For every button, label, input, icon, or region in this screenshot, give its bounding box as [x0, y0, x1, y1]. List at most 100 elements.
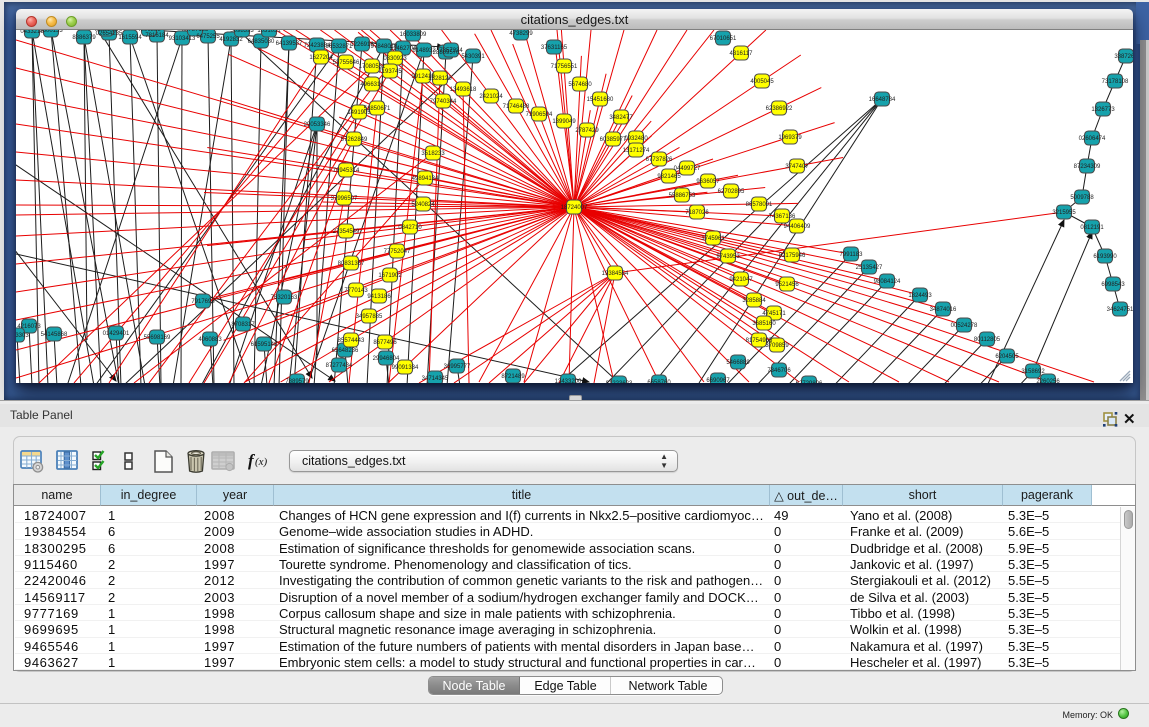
svg-text:7917693: 7917693 — [191, 299, 215, 305]
svg-text:86578091: 86578091 — [746, 202, 773, 208]
svg-text:9600133: 9600133 — [39, 30, 63, 34]
svg-text:80112805: 80112805 — [974, 337, 1001, 343]
svg-text:87234309: 87234309 — [1074, 164, 1101, 170]
svg-text:6658760: 6658760 — [647, 380, 671, 383]
svg-text:34624751: 34624751 — [1107, 307, 1133, 313]
svg-text:55698169: 55698169 — [144, 335, 171, 341]
svg-text:7346706: 7346706 — [767, 368, 791, 374]
svg-text:16648784: 16648784 — [869, 97, 896, 103]
svg-text:57262849: 57262849 — [341, 137, 368, 143]
svg-text:5240824: 5240824 — [411, 202, 435, 208]
svg-text:80831367: 80831367 — [338, 261, 365, 267]
svg-text:01429401: 01429401 — [103, 331, 130, 337]
svg-text:7889579: 7889579 — [285, 379, 309, 383]
svg-text:82175946: 82175946 — [779, 253, 806, 259]
svg-text:9636057: 9636057 — [696, 179, 720, 185]
svg-text:85574443: 85574443 — [338, 338, 365, 344]
svg-text:67010651: 67010651 — [710, 36, 737, 42]
svg-text:93103413: 93103413 — [169, 36, 196, 42]
svg-text:1745961: 1745961 — [701, 236, 725, 242]
svg-text:3685160: 3685160 — [752, 321, 776, 327]
svg-text:8721489: 8721489 — [501, 374, 525, 380]
svg-text:0812191: 0812191 — [1080, 225, 1104, 231]
svg-text:64835030: 64835030 — [248, 39, 275, 45]
svg-text:65787133: 65787133 — [182, 30, 209, 33]
svg-text:37631165: 37631165 — [541, 45, 568, 51]
svg-text:76945314: 76945314 — [333, 168, 360, 174]
svg-text:6998543: 6998543 — [1101, 282, 1125, 288]
svg-text:13493618: 13493618 — [450, 87, 477, 93]
svg-text:67737826: 67737826 — [646, 157, 673, 163]
svg-text:02606474: 02606474 — [1079, 136, 1106, 142]
svg-text:71756551: 71756551 — [551, 64, 578, 70]
svg-text:3518233: 3518233 — [421, 151, 445, 157]
svg-text:0330923: 0330923 — [383, 56, 407, 62]
svg-text:71906594: 71906594 — [526, 112, 553, 118]
svg-text:98084124: 98084124 — [874, 279, 901, 285]
svg-text:3158692: 3158692 — [1021, 369, 1045, 375]
svg-text:3215955: 3215955 — [1052, 210, 1076, 216]
svg-text:87277434: 87277434 — [326, 363, 353, 369]
svg-text:79740344: 79740344 — [430, 99, 457, 105]
svg-text:9821465: 9821465 — [657, 174, 681, 180]
svg-text:1671902: 1671902 — [378, 273, 402, 279]
svg-text:1399049: 1399049 — [552, 119, 576, 125]
svg-text:4738299: 4738299 — [509, 31, 533, 37]
svg-text:1627204: 1627204 — [309, 55, 333, 61]
svg-text:1615594: 1615594 — [118, 35, 142, 41]
svg-text:7991183: 7991183 — [840, 252, 864, 258]
svg-text:71746488: 71746488 — [503, 104, 530, 110]
svg-text:36995777: 36995777 — [444, 364, 471, 370]
svg-text:74367136: 74367136 — [769, 214, 796, 220]
svg-text:2421024: 2421024 — [479, 94, 503, 100]
svg-text:3387262: 3387262 — [1114, 54, 1133, 60]
svg-text:3482477: 3482477 — [609, 115, 633, 121]
svg-text:4745171: 4745171 — [762, 311, 786, 317]
svg-text:1031051: 1031051 — [257, 30, 281, 34]
svg-text:76320163: 76320163 — [271, 295, 298, 301]
svg-text:6690967: 6690967 — [706, 378, 730, 383]
svg-text:7543303: 7543303 — [16, 333, 29, 339]
svg-text:0842710: 0842710 — [398, 225, 422, 231]
svg-text:34957885: 34957885 — [356, 314, 383, 320]
svg-text:4316117: 4316117 — [730, 51, 754, 57]
svg-text:29946804: 29946804 — [373, 356, 400, 362]
svg-text:51850671: 51850671 — [364, 106, 391, 112]
svg-text:94406409: 94406409 — [784, 224, 811, 230]
svg-text:16033809: 16033809 — [400, 32, 427, 38]
svg-text:49894134: 49894134 — [412, 176, 439, 182]
svg-text:5098393: 5098393 — [230, 30, 254, 34]
svg-text:6193990: 6193990 — [1093, 254, 1117, 260]
svg-text:99091334: 99091334 — [392, 365, 419, 371]
svg-text:0932480: 0932480 — [624, 136, 648, 142]
svg-text:9413186: 9413186 — [367, 294, 391, 300]
svg-text:62386922: 62386922 — [766, 106, 793, 112]
svg-text:7770143: 7770143 — [344, 288, 368, 294]
svg-text:1969379: 1969379 — [778, 135, 802, 141]
svg-text:73178108: 73178108 — [1102, 79, 1129, 85]
svg-text:04499727: 04499727 — [674, 166, 701, 172]
svg-text:7187026: 7187026 — [685, 210, 709, 216]
svg-text:9743953: 9743953 — [716, 254, 740, 260]
svg-text:7816184: 7816184 — [145, 33, 169, 39]
svg-text:2787429: 2787429 — [575, 128, 599, 134]
svg-text:5674680: 5674680 — [568, 82, 592, 88]
svg-text:9521456: 9521456 — [775, 282, 799, 288]
svg-text:5430391: 5430391 — [461, 54, 485, 60]
svg-text:4966319: 4966319 — [360, 82, 384, 88]
svg-text:7182278: 7182278 — [94, 30, 118, 33]
svg-text:77752047: 77752047 — [384, 249, 411, 255]
svg-text:(x): (x) — [255, 456, 268, 468]
svg-text:2260256: 2260256 — [1036, 379, 1060, 383]
svg-text:54145868: 54145868 — [41, 332, 68, 338]
svg-text:62729806: 62729806 — [796, 381, 823, 383]
svg-text:13171274: 13171274 — [623, 148, 650, 154]
svg-text:34874016: 34874016 — [930, 307, 957, 313]
svg-text:9421047: 9421047 — [729, 277, 753, 283]
svg-text:19384554: 19384554 — [602, 271, 629, 277]
svg-text:1824493: 1824493 — [908, 293, 932, 299]
svg-text:3285884: 3285884 — [742, 298, 766, 304]
svg-text:4896383: 4896383 — [137, 30, 161, 33]
svg-text:60385977: 60385977 — [600, 137, 627, 143]
svg-text:61595148: 61595148 — [251, 342, 278, 348]
